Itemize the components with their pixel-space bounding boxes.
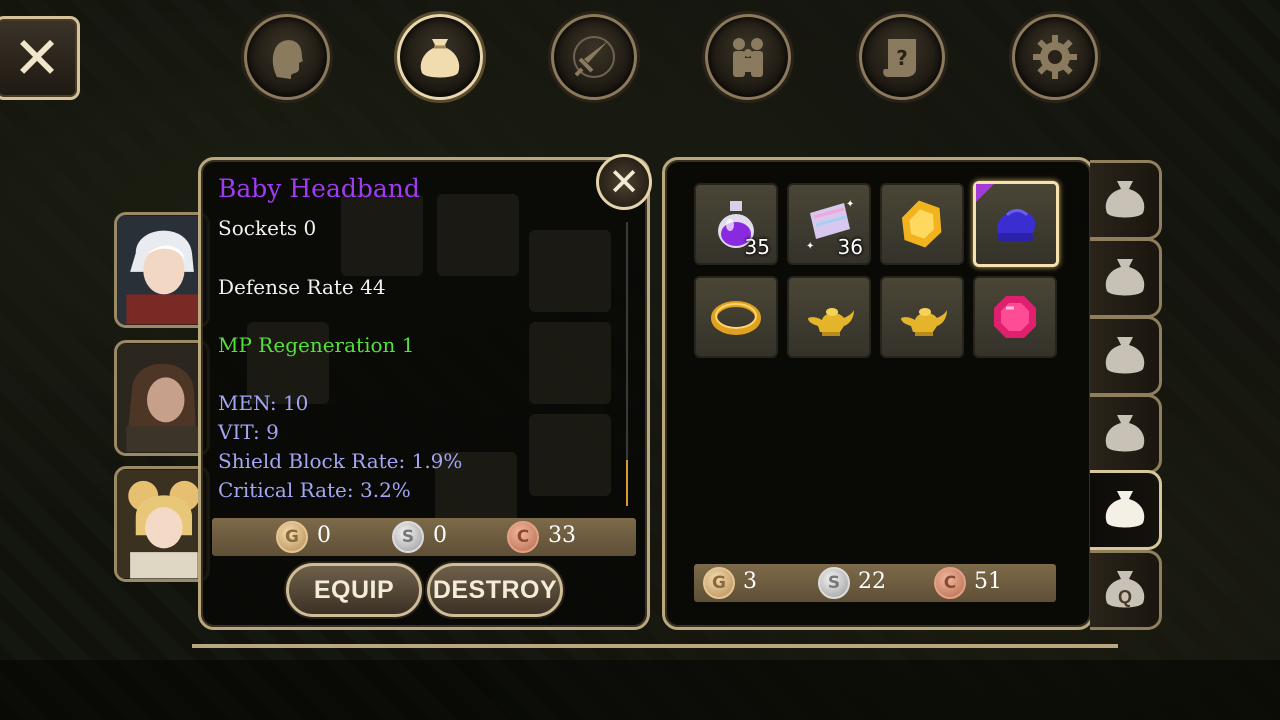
rarity-corner-marker — [976, 184, 994, 202]
destroy-button[interactable]: DESTROY — [427, 563, 563, 617]
silver-coin-icon: S — [392, 521, 424, 553]
player-silver: 22 — [858, 569, 886, 594]
bag-icon — [1105, 259, 1144, 296]
bag-tab-5-active[interactable] — [1090, 470, 1162, 550]
info-scrollbar-thumb[interactable] — [626, 460, 628, 506]
item-stat: MEN: 10 — [218, 391, 309, 415]
white-haired-hero-portrait — [117, 215, 207, 325]
item-defense: Defense Rate 44 — [218, 275, 386, 299]
hero-portrait-2[interactable] — [114, 340, 210, 456]
hero-portrait-3[interactable] — [114, 466, 210, 582]
item-stat: VIT: 9 — [218, 420, 279, 444]
player-copper: 51 — [974, 569, 1002, 594]
inventory-slot[interactable] — [973, 276, 1057, 358]
bag-icon — [1105, 181, 1144, 218]
item-price-copper: 33 — [548, 523, 576, 548]
inventory-slot-selected[interactable] — [973, 181, 1059, 267]
close-icon: ✕ — [12, 24, 62, 92]
bag-tab-2[interactable] — [1090, 238, 1162, 318]
red-gem-icon — [994, 296, 1036, 338]
bag-icon — [1105, 491, 1144, 528]
bag-icon — [420, 39, 460, 78]
quest-bag-tab[interactable]: Q — [1090, 550, 1162, 630]
genie-lamp-icon — [901, 308, 947, 336]
divider — [192, 644, 1118, 648]
equip-slot-ghost — [529, 414, 611, 496]
skills-tab-button[interactable] — [551, 14, 637, 100]
svg-text:✦: ✦ — [846, 199, 854, 210]
player-gold: 3 — [743, 569, 757, 594]
scroll-icon: ? — [883, 39, 916, 77]
gold-coin-icon: G — [703, 567, 735, 599]
inventory-slot[interactable] — [880, 183, 964, 265]
equip-slot-ghost — [341, 194, 423, 276]
quest-bag-icon: Q — [1105, 571, 1144, 608]
gold-ring-icon — [711, 301, 761, 335]
bag-icon — [1105, 415, 1144, 452]
equip-slot-ghost — [529, 230, 611, 312]
equip-slot-ghost — [437, 194, 519, 276]
item-stat: Critical Rate: 3.2% — [218, 478, 411, 502]
bag-icon — [1105, 337, 1144, 374]
blonde-hero-portrait — [117, 469, 207, 579]
blue-headband-icon — [996, 209, 1036, 242]
inventory-slot[interactable]: 35 — [694, 183, 778, 265]
item-stat: Shield Block Rate: 1.9% — [218, 449, 463, 473]
head-icon — [272, 40, 303, 79]
inventory-slot[interactable]: ✦ ✦ 36 — [787, 183, 871, 265]
dark-haired-hero-portrait — [117, 343, 207, 453]
svg-text:Q: Q — [1117, 587, 1131, 607]
gear-icon — [1033, 35, 1077, 79]
equip-slot-ghost — [529, 322, 611, 404]
gold-coin-icon: G — [276, 521, 308, 553]
people-icon — [733, 38, 763, 77]
inventory-slot[interactable] — [787, 276, 871, 358]
close-info-button[interactable]: ✕ — [596, 154, 652, 210]
bag-tab-1[interactable] — [1090, 160, 1162, 240]
party-tab-button[interactable] — [705, 14, 791, 100]
slot-quantity: 35 — [744, 235, 770, 259]
close-menu-button[interactable]: ✕ — [0, 16, 80, 100]
equip-button[interactable]: EQUIP — [286, 563, 422, 617]
item-price-silver: 0 — [433, 523, 447, 548]
genie-lamp-icon — [808, 308, 854, 336]
slot-quantity: 36 — [837, 235, 863, 259]
bag-tab-4[interactable] — [1090, 394, 1162, 474]
hero-portrait-1[interactable] — [114, 212, 210, 328]
copper-coin-icon: C — [507, 521, 539, 553]
svg-text:✦: ✦ — [806, 241, 814, 252]
inventory-slot[interactable] — [880, 276, 964, 358]
item-name: Baby Headband — [218, 174, 420, 203]
svg-text:?: ? — [896, 46, 908, 70]
sword-icon — [573, 36, 615, 78]
yellow-gem-icon — [901, 200, 942, 248]
close-icon: ✕ — [608, 160, 640, 204]
character-tab-button[interactable] — [244, 14, 330, 100]
item-sockets: Sockets 0 — [218, 216, 317, 240]
silver-coin-icon: S — [818, 567, 850, 599]
inventory-tab-button[interactable] — [397, 14, 483, 100]
inventory-slot[interactable] — [694, 276, 778, 358]
bag-tab-3[interactable] — [1090, 316, 1162, 396]
quests-tab-button[interactable]: ? — [859, 14, 945, 100]
copper-coin-icon: C — [934, 567, 966, 599]
settings-tab-button[interactable] — [1012, 14, 1098, 100]
item-price-gold: 0 — [317, 523, 331, 548]
bottom-shade — [0, 660, 1280, 720]
item-bonus-stat: MP Regeneration 1 — [218, 333, 415, 357]
